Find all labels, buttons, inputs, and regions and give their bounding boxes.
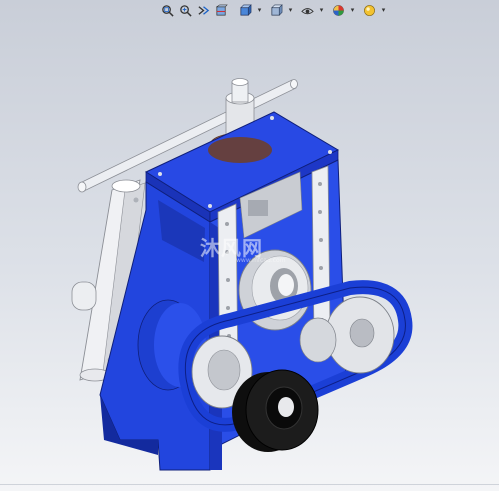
apply-scene-dropdown[interactable]: ▾ xyxy=(380,3,387,18)
zoom-area-icon xyxy=(180,4,192,17)
previous-view-icon xyxy=(198,5,210,15)
edit-appearance-button[interactable] xyxy=(331,3,346,18)
view-orientation-dropdown[interactable]: ▾ xyxy=(256,3,263,18)
display-style-dropdown[interactable]: ▾ xyxy=(287,3,294,18)
zoom-to-fit-icon xyxy=(162,4,174,17)
edit-appearance-dropdown[interactable]: ▾ xyxy=(349,3,356,18)
hide-show-items-button[interactable] xyxy=(300,3,315,18)
black-roller xyxy=(232,369,319,452)
edit-appearance-icon xyxy=(333,4,344,16)
watermark-url: www.mfcad.com xyxy=(236,257,286,264)
heads-up-view-toolbar: ▾ ▾ ▾ ▾ ▾ xyxy=(160,0,390,20)
hide-show-items-icon xyxy=(301,7,314,14)
display-style-button[interactable] xyxy=(269,3,284,18)
display-style-icon xyxy=(271,3,283,16)
view-orientation-icon xyxy=(240,3,252,16)
status-divider xyxy=(0,484,499,485)
view-orientation-button[interactable] xyxy=(238,3,253,18)
hide-show-items-dropdown[interactable]: ▾ xyxy=(318,3,325,18)
apply-scene-icon xyxy=(364,4,375,16)
zoom-to-fit-button[interactable] xyxy=(160,3,175,18)
apply-scene-button[interactable] xyxy=(362,3,377,18)
previous-view-button[interactable] xyxy=(196,3,211,18)
zoom-area-button[interactable] xyxy=(178,3,193,18)
section-view-icon xyxy=(215,4,228,16)
section-view-button[interactable] xyxy=(214,3,229,18)
